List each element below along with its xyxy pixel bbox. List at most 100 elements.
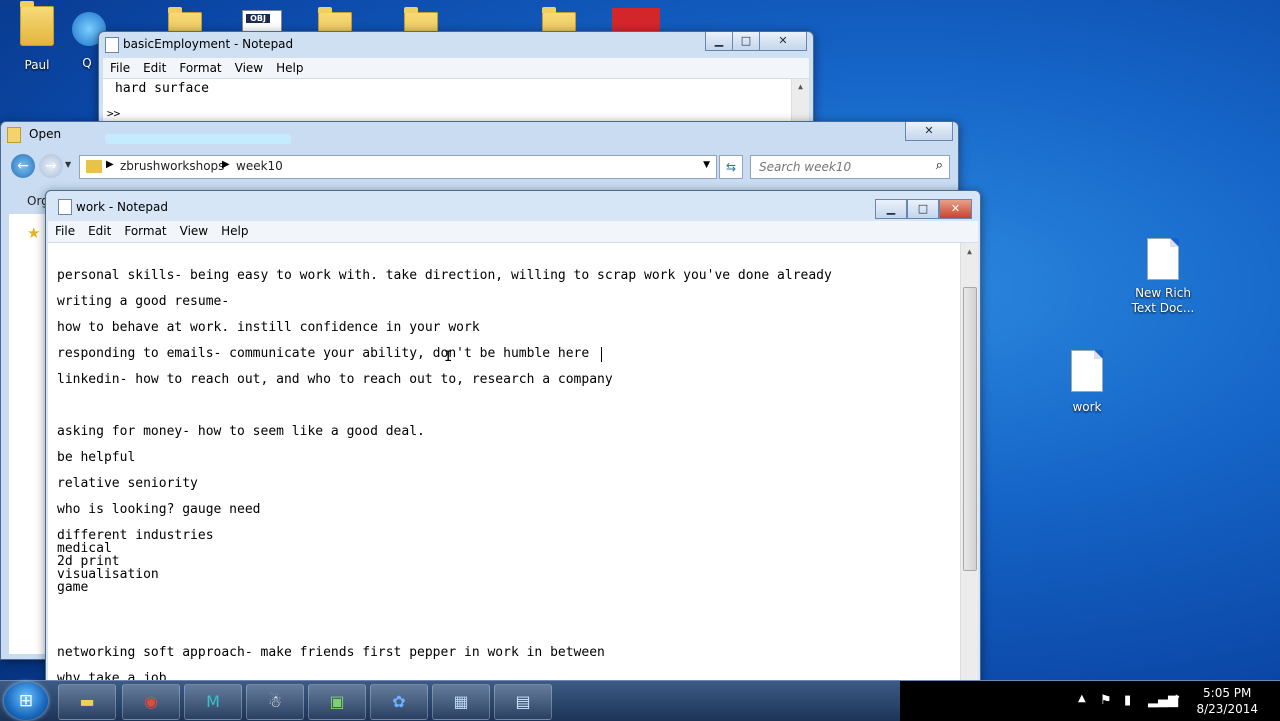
text-line: writing a good resume- <box>57 294 230 309</box>
rich-text-doc-icon <box>1147 238 1179 280</box>
menu-file[interactable]: File <box>48 221 81 238</box>
text-line: asking for money- how to seem like a goo… <box>57 424 425 439</box>
windows-logo-icon: ⊞ <box>18 691 34 711</box>
forward-button[interactable]: → <box>39 154 63 178</box>
title-bar[interactable]: basicEmployment - Notepad ▁ □ ✕ <box>99 32 813 58</box>
window-title: Open <box>29 127 62 141</box>
close-button[interactable]: ✕ <box>905 122 953 141</box>
back-button[interactable]: ← <box>11 154 35 178</box>
menu-view[interactable]: View <box>228 58 269 75</box>
title-bar[interactable]: work - Notepad ▁ □ ✕ <box>46 191 980 219</box>
text-cursor <box>601 347 602 362</box>
text-area[interactable]: personal skills- being easy to work with… <box>48 243 978 683</box>
taskbar-zbrush[interactable]: ☃ <box>246 684 304 720</box>
menu-help[interactable]: Help <box>214 221 254 238</box>
window-title: work - Notepad <box>76 200 168 214</box>
breadcrumb-separator: ▶ <box>106 159 114 170</box>
minimize-button[interactable]: ▁ <box>875 199 907 219</box>
maya-icon: M <box>206 692 220 711</box>
flag-icon[interactable]: ⚑ <box>1100 693 1112 708</box>
window-title: basicEmployment - Notepad <box>123 37 294 51</box>
desktop-icon-paul[interactable]: Paul <box>0 1 74 72</box>
breadcrumb-item[interactable]: week10 <box>236 159 283 173</box>
text-line: game <box>57 580 89 595</box>
menu-format[interactable]: Format <box>172 58 227 75</box>
clock[interactable]: 5:05 PM 8/23/2014 <box>1196 685 1258 717</box>
ibeam-cursor-icon: I <box>444 349 453 365</box>
start-button[interactable]: ⊞ <box>4 682 48 720</box>
text-line: be helpful <box>57 450 136 465</box>
desktop-icon-label: Paul <box>24 58 50 72</box>
close-button[interactable]: ✕ <box>939 199 972 219</box>
text-line: how to behave at work. instill confidenc… <box>57 320 480 335</box>
power-icon[interactable]: ▮ <box>1124 693 1131 708</box>
menu-edit[interactable]: Edit <box>81 221 117 238</box>
taskbar-app-flower[interactable]: ✿ <box>370 684 428 720</box>
text-line: who is looking? gauge need <box>57 502 261 517</box>
menu-help[interactable]: Help <box>269 58 309 75</box>
close-button[interactable]: ✕ <box>759 32 807 51</box>
text-line: linkedin- how to reach out, and who to r… <box>57 372 613 387</box>
flower-icon: ✿ <box>392 692 406 711</box>
text-line: personal skills- being easy to work with… <box>57 268 832 283</box>
taskbar-chrome[interactable]: ◉ <box>122 684 180 720</box>
address-bar[interactable]: ▶ zbrushworkshops ▶ week10 ▼ <box>79 155 717 179</box>
open-dialog-icon <box>7 127 21 143</box>
minimize-button[interactable]: ▁ <box>705 32 733 51</box>
favorites-star-icon[interactable]: ★ <box>27 224 40 242</box>
text-line: relative seniority <box>57 476 198 491</box>
notepad-work-window[interactable]: work - Notepad ▁ □ ✕ File Edit Format View H… <box>45 190 981 686</box>
volume-icon[interactable]: ♪ <box>1172 693 1180 708</box>
scroll-up-icon[interactable]: ▲ <box>961 247 978 256</box>
search-box[interactable]: ⌕ <box>750 155 950 179</box>
search-icon[interactable]: ⌕ <box>936 158 943 173</box>
desktop-icon-label: New Rich Text Doc... <box>1131 286 1195 315</box>
monitor-icon: ▣ <box>329 692 345 711</box>
taskbar-maya[interactable]: M <box>184 684 242 720</box>
text-line: responding to emails- communicate your a… <box>57 346 590 361</box>
text-line: hard surface <box>115 81 209 96</box>
menu-view[interactable]: View <box>173 221 214 238</box>
menu-file[interactable]: File <box>103 58 136 75</box>
clock-date: 8/23/2014 <box>1196 702 1258 716</box>
zbrush-icon: ☃ <box>267 692 283 711</box>
menu-bar: File Edit Format View Help <box>103 58 809 79</box>
taskbar: ⊞ ▬ ◉ M ☃ ▣ ✿ ▦ ▤ ▲ ⚑ ▮ ▂▄▆ ♪ 5:05 PM 8/… <box>0 680 1280 721</box>
notepad-icon: ▤ <box>515 692 531 711</box>
desktop-icon-new-rich-text[interactable]: New Rich Text Doc... <box>1126 238 1200 316</box>
notepad-icon <box>105 37 119 53</box>
menu-format[interactable]: Format <box>117 221 172 238</box>
menu-bar: File Edit Format View Help <box>48 221 978 243</box>
folder-icon <box>86 160 102 173</box>
maximize-button[interactable]: □ <box>732 32 760 51</box>
scroll-up-icon[interactable]: ▲ <box>792 82 809 91</box>
breadcrumb-item[interactable]: zbrushworkshops <box>120 159 224 173</box>
taskbar-app[interactable]: ▣ <box>308 684 366 720</box>
system-tray: ▲ ⚑ ▮ ▂▄▆ ♪ 5:05 PM 8/23/2014 <box>900 681 1280 721</box>
scroll-thumb[interactable] <box>963 287 977 571</box>
nav-pane: ★ <box>9 214 47 654</box>
desktop-icon-work[interactable]: work <box>1050 350 1124 414</box>
taskbar-notepad[interactable]: ▤ <box>494 684 552 720</box>
user-folder-icon <box>20 1 54 46</box>
menu-edit[interactable]: Edit <box>136 58 172 75</box>
address-dropdown-icon[interactable]: ▼ <box>703 160 710 170</box>
text-line: networking soft approach- make friends f… <box>57 645 605 660</box>
taskbar-explorer[interactable]: ▬ <box>58 684 116 720</box>
maximize-button[interactable]: □ <box>907 199 939 219</box>
recent-pages-icon[interactable]: ▼ <box>65 160 71 169</box>
show-hidden-icons-icon[interactable]: ▲ <box>1078 693 1086 704</box>
vertical-scrollbar[interactable]: ▲ <box>960 243 978 683</box>
desktop-icon-label: work <box>1072 400 1102 414</box>
chrome-icon: ◉ <box>144 692 158 711</box>
title-bar[interactable]: Open ✕ <box>1 122 958 148</box>
refresh-button[interactable]: ⇆ <box>719 155 743 179</box>
search-input[interactable] <box>757 159 921 175</box>
notepad-icon <box>58 199 72 215</box>
taskbar-open-dialog[interactable]: ▦ <box>432 684 490 720</box>
title-highlight <box>105 134 291 144</box>
breadcrumb-separator: ▶ <box>222 159 230 170</box>
window-icon: ▦ <box>453 692 469 711</box>
navigation-bar: ← → ▼ ▶ zbrushworkshops ▶ week10 ▼ ⇆ ⌕ <box>1 152 956 182</box>
obj-badge: OBJ <box>246 14 270 23</box>
